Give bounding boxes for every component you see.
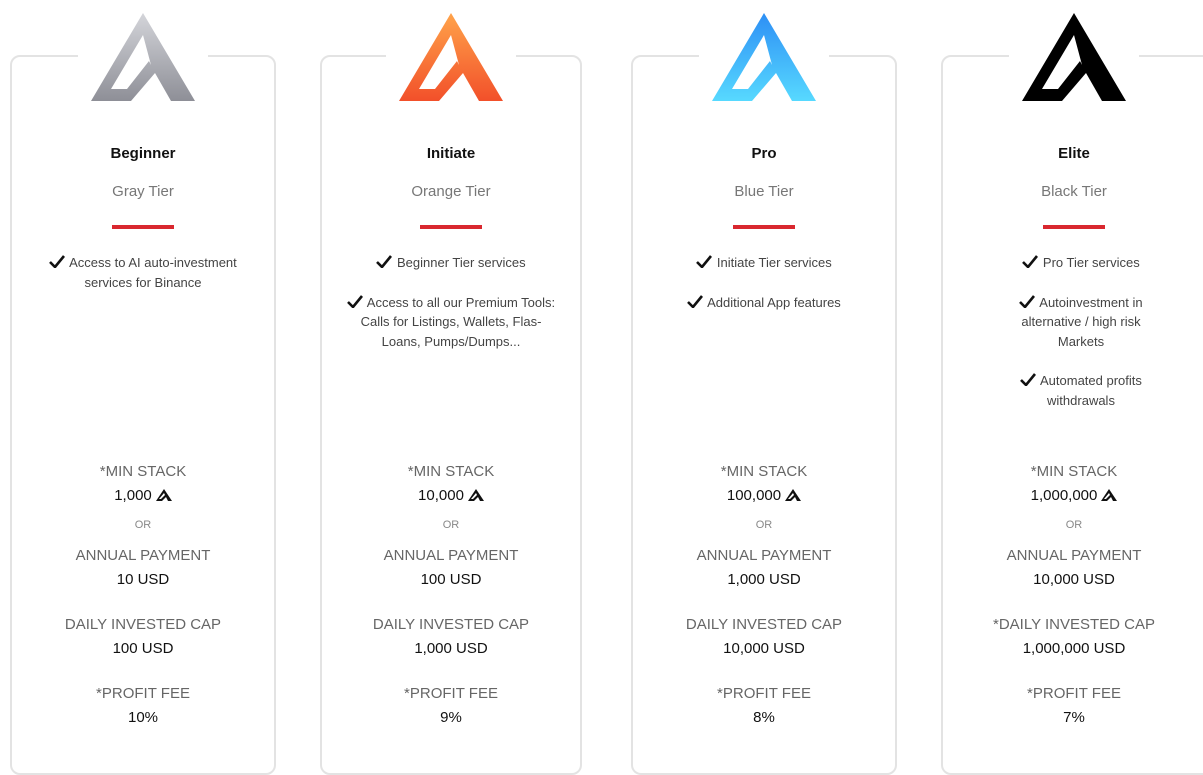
min-stack-label: *MIN STACK	[720, 463, 808, 480]
annual-payment-label: ANNUAL PAYMENT	[696, 547, 832, 564]
tier-card-beginner: Beginner Gray Tier Access to AI auto-inv…	[10, 13, 276, 775]
min-stack-value: 1,000	[12, 487, 274, 504]
tier-logo-icon	[1009, 13, 1139, 103]
annual-payment-value: 1,000 USD	[727, 571, 801, 588]
min-stack-label: *MIN STACK	[99, 463, 187, 480]
daily-cap-label: DAILY INVESTED CAP	[64, 616, 222, 633]
check-icon	[346, 294, 363, 308]
tier-name: Elite	[1058, 145, 1090, 162]
tier-logo-icon	[78, 13, 208, 103]
min-stack-value: 1,000,000	[943, 487, 1203, 504]
profit-fee-label: *PROFIT FEE	[717, 685, 811, 702]
feature-text: Access to all our Premium Tools: Calls f…	[360, 294, 556, 349]
feature-item: Access to all our Premium Tools: Calls f…	[342, 293, 560, 352]
tier-logo-icon	[699, 13, 829, 103]
daily-cap-label: DAILY INVESTED CAP	[372, 616, 530, 633]
divider	[112, 225, 174, 229]
tier-name: Pro	[751, 145, 777, 162]
feature-list: Access to AI auto-investment services fo…	[32, 253, 254, 312]
annual-payment-value: 100 USD	[420, 571, 482, 588]
feature-text: Beginner Tier services	[397, 255, 526, 270]
tier-card-initiate: Initiate Orange Tier Beginner Tier servi…	[320, 13, 582, 775]
daily-cap-value: 1,000 USD	[414, 640, 488, 657]
annual-payment-value: 10 USD	[116, 571, 170, 588]
profit-fee-value: 9%	[440, 709, 462, 726]
feature-item: Initiate Tier services	[653, 253, 875, 273]
tier-logo-icon	[386, 13, 516, 103]
min-stack-label: *MIN STACK	[1030, 463, 1118, 480]
check-icon	[49, 255, 66, 268]
feature-text: Autoinvestment in alternative / high ris…	[1021, 294, 1143, 349]
check-icon	[1020, 373, 1037, 386]
check-icon	[1022, 255, 1039, 268]
check-icon	[687, 294, 704, 308]
feature-item: Additional App features	[653, 293, 875, 313]
feature-text: Additional App features	[707, 294, 841, 310]
feature-item: Automated profits withdrawals	[1003, 371, 1159, 410]
daily-cap-label: DAILY INVESTED CAP	[685, 616, 843, 633]
daily-cap-value: 100 USD	[112, 640, 174, 657]
profit-fee-label: *PROFIT FEE	[1027, 685, 1121, 702]
tier-subtitle: Gray Tier	[112, 183, 174, 200]
min-stack-value: 100,000	[633, 487, 895, 504]
tier-subtitle: Black Tier	[1041, 183, 1107, 200]
check-icon	[376, 255, 393, 268]
min-stack-value: 10,000	[322, 487, 580, 504]
annual-payment-label: ANNUAL PAYMENT	[383, 547, 519, 564]
token-icon	[155, 489, 172, 501]
or-label: OR	[1065, 519, 1083, 531]
daily-cap-value: 10,000 USD	[723, 640, 805, 657]
profit-fee-value: 10%	[127, 709, 159, 726]
check-icon	[1019, 294, 1036, 308]
tier-name: Initiate	[426, 145, 476, 162]
profit-fee-label: *PROFIT FEE	[96, 685, 190, 702]
check-icon	[696, 255, 713, 268]
divider	[420, 225, 482, 229]
feature-list: Pro Tier services Autoinvestment in alte…	[1003, 253, 1159, 430]
or-label: OR	[442, 519, 460, 531]
daily-cap-value: 1,000,000 USD	[1022, 640, 1126, 657]
annual-payment-label: ANNUAL PAYMENT	[1006, 547, 1142, 564]
feature-text: Access to AI auto-investment services fo…	[69, 255, 237, 290]
token-icon	[1101, 489, 1118, 501]
profit-fee-label: *PROFIT FEE	[404, 685, 498, 702]
tier-card-pro: Pro Blue Tier Initiate Tier services Add…	[631, 13, 897, 775]
token-icon	[785, 489, 802, 501]
feature-item: Beginner Tier services	[342, 253, 560, 273]
profit-fee-value: 7%	[1063, 709, 1085, 726]
feature-text: Initiate Tier services	[716, 255, 832, 270]
or-label: OR	[134, 519, 152, 531]
or-label: OR	[755, 519, 773, 531]
min-stack-amount: 1,000,000	[1030, 487, 1098, 504]
profit-fee-value: 8%	[753, 709, 775, 726]
tier-card-elite: Elite Black Tier Pro Tier services Autoi…	[941, 13, 1203, 775]
feature-list: Initiate Tier services Additional App fe…	[653, 253, 875, 332]
tier-subtitle: Blue Tier	[734, 183, 794, 200]
tier-name: Beginner	[110, 145, 176, 162]
min-stack-amount: 10,000	[418, 487, 464, 504]
divider	[1043, 225, 1105, 229]
feature-text: Automated profits withdrawals	[1040, 373, 1142, 408]
divider	[733, 225, 795, 229]
feature-text: Pro Tier services	[1042, 255, 1140, 270]
min-stack-amount: 1,000	[114, 487, 152, 504]
annual-payment-value: 10,000 USD	[1033, 571, 1115, 588]
feature-list: Beginner Tier services Access to all our…	[342, 253, 560, 371]
min-stack-label: *MIN STACK	[407, 463, 495, 480]
min-stack-amount: 100,000	[726, 487, 782, 504]
feature-item: Access to AI auto-investment services fo…	[32, 253, 254, 292]
annual-payment-label: ANNUAL PAYMENT	[75, 547, 211, 564]
token-icon	[467, 489, 484, 501]
tier-subtitle: Orange Tier	[411, 183, 491, 200]
feature-item: Autoinvestment in alternative / high ris…	[1003, 293, 1159, 352]
feature-item: Pro Tier services	[1003, 253, 1159, 273]
daily-cap-label: *DAILY INVESTED CAP	[993, 616, 1155, 633]
